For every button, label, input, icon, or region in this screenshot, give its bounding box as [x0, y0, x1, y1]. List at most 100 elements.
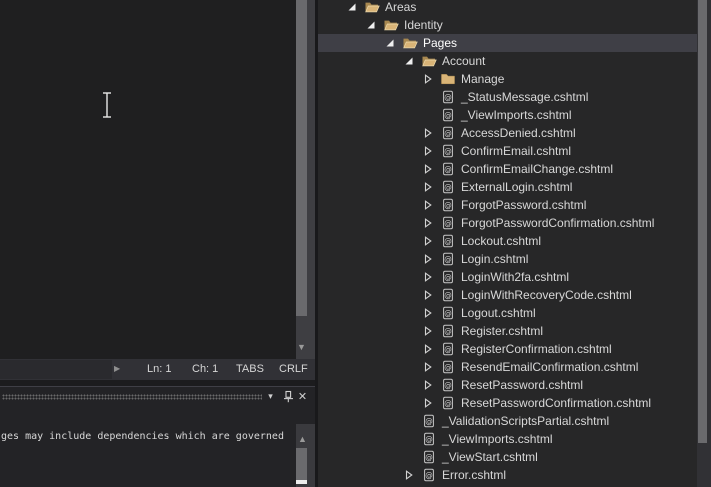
tree-item-viewstart-cshtml[interactable]: @ _ViewStart.cshtml — [318, 448, 697, 466]
collapse-chevron-icon — [424, 164, 432, 174]
tree-expander[interactable] — [402, 56, 421, 66]
tree-item-label: ResetPasswordConfirmation.cshtml — [461, 396, 652, 410]
editor-horizontal-scrollbar[interactable] — [0, 360, 112, 379]
tree-expander[interactable] — [421, 290, 440, 300]
tree-item-manage[interactable]: Manage — [318, 70, 697, 88]
tree-item-resendemailconfirmation-cshtml[interactable]: @ ResendEmailConfirmation.cshtml — [318, 358, 697, 376]
tree-item-pages[interactable]: Pages — [318, 34, 697, 52]
tree-item-logout-cshtml[interactable]: @ Logout.cshtml — [318, 304, 697, 322]
expand-arrow-icon — [367, 21, 375, 29]
tree-item-registerconfirmation-cshtml[interactable]: @ RegisterConfirmation.cshtml — [318, 340, 697, 358]
auto-hide-pin-button[interactable] — [281, 388, 296, 404]
solution-explorer-scrollbar[interactable] — [697, 0, 711, 487]
tree-expander[interactable] — [402, 470, 421, 480]
tree-item-label: _ViewImports.cshtml — [442, 432, 553, 446]
tree-item-loginwithrecoverycode-cshtml[interactable]: @ LoginWithRecoveryCode.cshtml — [318, 286, 697, 304]
tree-item-label: ForgotPassword.cshtml — [461, 198, 587, 212]
tree-item-identity[interactable]: Identity — [318, 16, 697, 34]
razor-file-slot: @ — [421, 467, 437, 483]
folder-open-slot — [402, 35, 418, 51]
tree-expander[interactable] — [421, 398, 440, 408]
tree-item-statusmessage-cshtml[interactable]: @ _StatusMessage.cshtml — [318, 88, 697, 106]
tree-expander[interactable] — [421, 128, 440, 138]
scroll-right-arrow-icon[interactable]: ▶ — [114, 365, 120, 373]
tree-item-label: Manage — [461, 72, 505, 86]
razor-file-icon: @ — [443, 216, 453, 230]
app-window: ▼ ▶ Ln: 1 Ch: 1 TABS CRLF ▾ ✕ ges may in… — [0, 0, 711, 487]
razor-file-slot: @ — [440, 341, 456, 357]
folder-open-slot — [383, 17, 399, 33]
tree-item-confirmemailchange-cshtml[interactable]: @ ConfirmEmailChange.cshtml — [318, 160, 697, 178]
tree-expander[interactable] — [421, 326, 440, 336]
status-line-indicator: Ln: 1 — [147, 363, 172, 375]
tree-item-forgotpassword-cshtml[interactable]: @ ForgotPassword.cshtml — [318, 196, 697, 214]
tree-item-login-cshtml[interactable]: @ Login.cshtml — [318, 250, 697, 268]
tree-item-label: Error.cshtml — [442, 468, 507, 482]
tree-item-forgotpasswordconfirmation-cshtml[interactable]: @ ForgotPasswordConfirmation.cshtml — [318, 214, 697, 232]
tree-expander[interactable] — [421, 146, 440, 156]
razor-file-slot: @ — [421, 449, 437, 465]
tree-expander[interactable] — [421, 344, 440, 354]
tree-item-label: Register.cshtml — [461, 324, 544, 338]
status-tabs-toggle[interactable]: TABS — [236, 363, 264, 375]
tree-expander[interactable] — [421, 308, 440, 318]
tree-item-label: AccessDenied.cshtml — [461, 126, 576, 140]
tree-expander[interactable] — [421, 380, 440, 390]
close-panel-button[interactable]: ✕ — [295, 388, 310, 404]
tree-expander[interactable] — [421, 254, 440, 264]
tree-expander[interactable] — [383, 38, 402, 48]
collapse-chevron-icon — [424, 326, 432, 336]
tree-expander[interactable] — [345, 2, 364, 12]
i-beam-cursor-icon — [103, 92, 111, 118]
tree-item-label: Account — [442, 54, 486, 68]
folder-closed-icon — [441, 74, 455, 85]
tree-item-resetpasswordconfirmation-cshtml[interactable]: @ ResetPasswordConfirmation.cshtml — [318, 394, 697, 412]
folder-open-icon — [422, 56, 437, 67]
razor-file-slot: @ — [440, 161, 456, 177]
svg-text:@: @ — [425, 471, 433, 480]
tree-expander[interactable] — [421, 362, 440, 372]
status-line-ending-toggle[interactable]: CRLF — [279, 363, 308, 375]
tree-item-resetpassword-cshtml[interactable]: @ ResetPassword.cshtml — [318, 376, 697, 394]
tree-expander[interactable] — [421, 200, 440, 210]
tree-item-label: _ViewStart.cshtml — [442, 450, 538, 464]
tree-expander[interactable] — [421, 182, 440, 192]
razor-file-icon: @ — [443, 288, 453, 302]
tree-item-account[interactable]: Account — [318, 52, 697, 70]
tree-expander[interactable] — [421, 218, 440, 228]
razor-file-slot: @ — [421, 431, 437, 447]
tree-item-viewimports-cshtml[interactable]: @ _ViewImports.cshtml — [318, 106, 697, 124]
editor-scrollbar-thumb[interactable] — [296, 0, 307, 316]
tree-item-viewimports-cshtml[interactable]: @ _ViewImports.cshtml — [318, 430, 697, 448]
svg-text:@: @ — [444, 291, 452, 300]
tree-item-areas[interactable]: Areas — [318, 0, 697, 16]
tree-item-validationscriptspartial-cshtml[interactable]: @ _ValidationScriptsPartial.cshtml — [318, 412, 697, 430]
output-scrollbar-thumb[interactable] — [296, 448, 307, 480]
collapse-chevron-icon — [424, 308, 432, 318]
tree-expander[interactable] — [421, 272, 440, 282]
collapse-chevron-icon — [424, 290, 432, 300]
tree-item-accessdenied-cshtml[interactable]: @ AccessDenied.cshtml — [318, 124, 697, 142]
tree-item-confirmemail-cshtml[interactable]: @ ConfirmEmail.cshtml — [318, 142, 697, 160]
tree-item-loginwith2fa-cshtml[interactable]: @ LoginWith2fa.cshtml — [318, 268, 697, 286]
editor-vertical-scrollbar[interactable]: ▼ — [296, 0, 315, 359]
solution-explorer-scrollbar-thumb[interactable] — [698, 0, 707, 443]
tree-expander[interactable] — [364, 20, 383, 30]
editor-pane[interactable] — [0, 0, 296, 359]
tree-item-label: Areas — [385, 0, 417, 14]
tree-item-externallogin-cshtml[interactable]: @ ExternalLogin.cshtml — [318, 178, 697, 196]
window-position-button[interactable]: ▾ — [263, 388, 278, 404]
tree-expander[interactable] — [421, 74, 440, 84]
output-vertical-scrollbar[interactable]: ▲ — [296, 424, 315, 487]
tree-item-label: Pages — [423, 36, 458, 50]
tree-item-register-cshtml[interactable]: @ Register.cshtml — [318, 322, 697, 340]
svg-text:@: @ — [425, 453, 433, 462]
output-panel-titlebar[interactable]: ▾ ✕ — [0, 387, 315, 409]
tree-item-lockout-cshtml[interactable]: @ Lockout.cshtml — [318, 232, 697, 250]
expand-arrow-icon — [348, 3, 356, 11]
razor-file-icon: @ — [443, 180, 453, 194]
tree-expander[interactable] — [421, 164, 440, 174]
tree-expander[interactable] — [421, 236, 440, 246]
scroll-down-arrow-icon[interactable]: ▼ — [297, 343, 316, 352]
tree-item-error-cshtml[interactable]: @ Error.cshtml — [318, 466, 697, 484]
